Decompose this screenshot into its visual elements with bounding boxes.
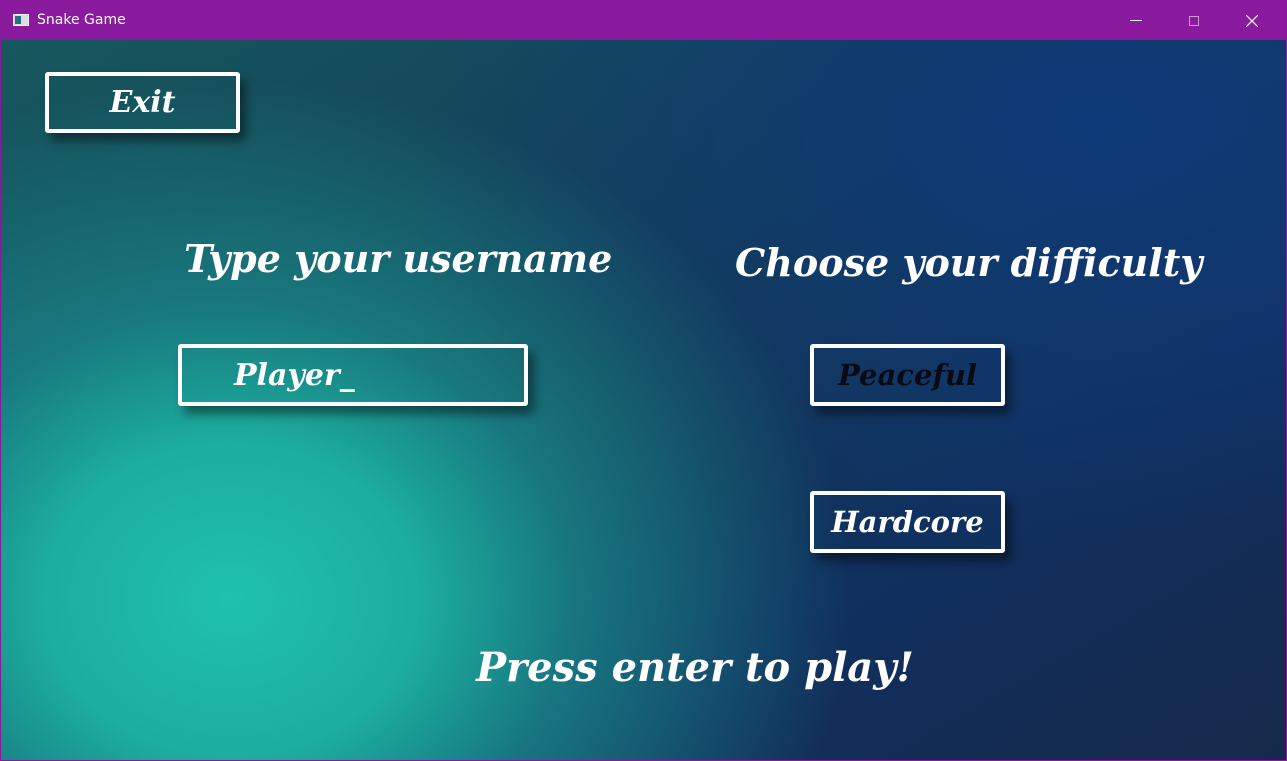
username-heading: Type your username [184, 236, 613, 281]
maximize-icon [1189, 15, 1199, 26]
exit-button[interactable]: Exit [45, 72, 240, 133]
game-menu-screen: Exit Type your username Player_ Choose y… [1, 40, 1286, 760]
hardcore-button[interactable]: Hardcore [810, 491, 1005, 553]
username-input[interactable]: Player_ [178, 344, 528, 406]
minimize-button[interactable] [1107, 1, 1165, 40]
title-bar[interactable]: Snake Game [1, 1, 1286, 40]
peaceful-button[interactable]: Peaceful [810, 344, 1005, 406]
game-window: Snake Game Exit Type your username Playe… [0, 0, 1287, 761]
window-title: Snake Game [37, 12, 126, 28]
difficulty-heading: Choose your difficulty [735, 240, 1203, 285]
app-icon [13, 14, 29, 26]
close-icon [1246, 14, 1258, 27]
start-prompt: Press enter to play! [476, 644, 914, 691]
close-button[interactable] [1223, 1, 1281, 40]
maximize-button[interactable] [1165, 1, 1223, 40]
minimize-icon [1130, 20, 1142, 21]
